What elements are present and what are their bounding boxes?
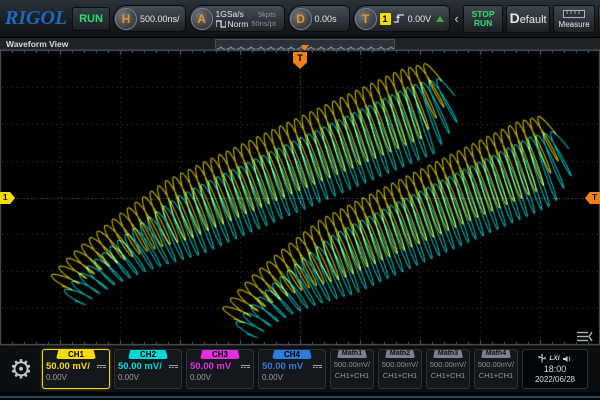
rigol-logo: RIGOL: [3, 7, 69, 30]
sample-interval: 50ns/pt: [251, 19, 276, 28]
ch4-tab[interactable]: CH4: [272, 350, 312, 359]
ch2-offset: 0.00V: [118, 373, 178, 382]
menu-collapse-icon[interactable]: [577, 331, 593, 342]
dc-coupling-icon: [241, 365, 250, 368]
default-initial: D: [510, 10, 520, 26]
math2-scale: 500.00mV/: [382, 360, 418, 369]
status-icons: LXI: [538, 354, 571, 363]
rising-edge-icon: [394, 13, 405, 24]
trigger-badge-icon: T: [355, 8, 377, 30]
oscilloscope-screen: RIGOL RUN H 500.00ns/ A 1GSa/s Norm 5kpt…: [0, 0, 600, 400]
math2-tab[interactable]: Math2: [385, 350, 415, 358]
run-state-button[interactable]: RUN: [72, 7, 110, 31]
ch3-tab[interactable]: CH3: [200, 350, 240, 359]
delay-settings-button[interactable]: D 0.00s: [288, 5, 350, 32]
channel-box-ch4[interactable]: CH4 50.00 mV 0.00V: [258, 349, 326, 389]
sample-rate: 1GSa/s: [216, 9, 244, 19]
settings-gear-button[interactable]: ⚙: [4, 349, 38, 389]
square-wave-icon: [216, 20, 226, 28]
delay-badge-icon: D: [290, 8, 312, 30]
acquisition-right: 5kpts 50ns/pt: [251, 10, 276, 28]
channel-box-ch2[interactable]: CH2 50.00 mV/ 0.00V: [114, 349, 182, 389]
dc-coupling-icon: [97, 365, 106, 368]
ch3-offset: 0.00V: [190, 373, 250, 382]
ch4-offset: 0.00V: [262, 373, 322, 382]
math3-scale: 500.00mV/: [430, 360, 466, 369]
ch3-scale: 50.00 mV: [190, 361, 231, 372]
math1-scale: 500.00mV/: [334, 360, 370, 369]
ch4-scale: 50.00 mV: [262, 361, 303, 372]
delay-value: 0.00s: [315, 14, 337, 24]
math1-tab[interactable]: Math1: [337, 350, 367, 358]
view-titlebar: Waveform View: [0, 38, 600, 50]
ch1-tab[interactable]: CH1: [56, 350, 96, 359]
measure-button[interactable]: Measure: [553, 5, 595, 33]
trigger-level-value: 0.00V: [408, 14, 432, 24]
top-toolbar: RIGOL RUN H 500.00ns/ A 1GSa/s Norm 5kpt…: [0, 0, 600, 38]
dc-coupling-icon: [313, 365, 322, 368]
trigger-settings-button[interactable]: T 1 0.00V: [353, 5, 451, 32]
acquisition-settings-button[interactable]: A 1GSa/s Norm 5kpts 50ns/pt: [189, 5, 285, 32]
run-label: RUN: [474, 19, 492, 28]
ch1-offset: 0.00V: [46, 373, 106, 382]
math4-tab[interactable]: Math4: [481, 350, 511, 358]
dc-coupling-icon: [169, 365, 178, 368]
math2-expression: CH1+CH1: [383, 371, 417, 380]
math1-expression: CH1+CH1: [335, 371, 369, 380]
math3-box[interactable]: Math3 500.00mV/ CH1+CH1: [426, 349, 470, 389]
default-label: efault: [520, 14, 547, 26]
math3-expression: CH1+CH1: [431, 371, 465, 380]
clock-panel[interactable]: LXI 18:00 2022/06/28: [522, 349, 588, 389]
channel-box-ch1[interactable]: CH1 50.00 mV/ 0.00V: [42, 349, 110, 389]
ch1-scale: 50.00 mV/: [46, 361, 90, 372]
gear-icon: ⚙: [9, 354, 32, 385]
math1-box[interactable]: Math1 500.00mV/ CH1+CH1: [330, 349, 374, 389]
view-title: Waveform View: [0, 39, 68, 49]
memory-depth: 5kpts: [251, 10, 276, 19]
ruler-icon: [563, 9, 585, 19]
math2-box[interactable]: Math2 500.00mV/ CH1+CH1: [378, 349, 422, 389]
math4-expression: CH1+CH1: [479, 371, 513, 380]
measure-label: Measure: [559, 20, 590, 29]
horizontal-settings-button[interactable]: H 500.00ns/: [113, 5, 186, 32]
stop-run-button[interactable]: STOP RUN: [463, 5, 503, 33]
horizontal-badge-icon: H: [115, 8, 137, 30]
waveform-canvas[interactable]: [0, 50, 600, 345]
speaker-icon: [563, 355, 572, 363]
trigger-status-icon: [436, 16, 444, 22]
waveform-overview-bar[interactable]: [215, 39, 395, 49]
clock-date: 2022/06/28: [535, 375, 575, 384]
ch2-scale: 50.00 mV/: [118, 361, 162, 372]
acquisition-mode: Norm: [228, 19, 249, 29]
waveform-display-area[interactable]: T 1 T: [0, 50, 600, 345]
math3-tab[interactable]: Math3: [433, 350, 463, 358]
ch2-tab[interactable]: CH2: [128, 350, 168, 359]
lxi-label: LXI: [549, 355, 559, 362]
acquisition-left: 1GSa/s Norm: [216, 9, 249, 29]
bottom-status-bar: ⚙ CH1 50.00 mV/ 0.00V CH2 50.00 mV/ 0.00…: [0, 345, 600, 392]
channel-box-ch3[interactable]: CH3 50.00 mV 0.00V: [186, 349, 254, 389]
trigger-source-badge: 1: [380, 13, 391, 25]
clock-time: 18:00: [544, 364, 567, 374]
toolbar-scroll-left[interactable]: ‹: [453, 11, 460, 26]
acquisition-badge-icon: A: [191, 8, 213, 30]
math4-box[interactable]: Math4 500.00mV/ CH1+CH1: [474, 349, 518, 389]
timebase-value: 500.00ns/: [140, 14, 180, 24]
math4-scale: 500.00mV/: [478, 360, 514, 369]
default-button[interactable]: Default: [506, 5, 550, 33]
usb-icon: [538, 354, 546, 363]
